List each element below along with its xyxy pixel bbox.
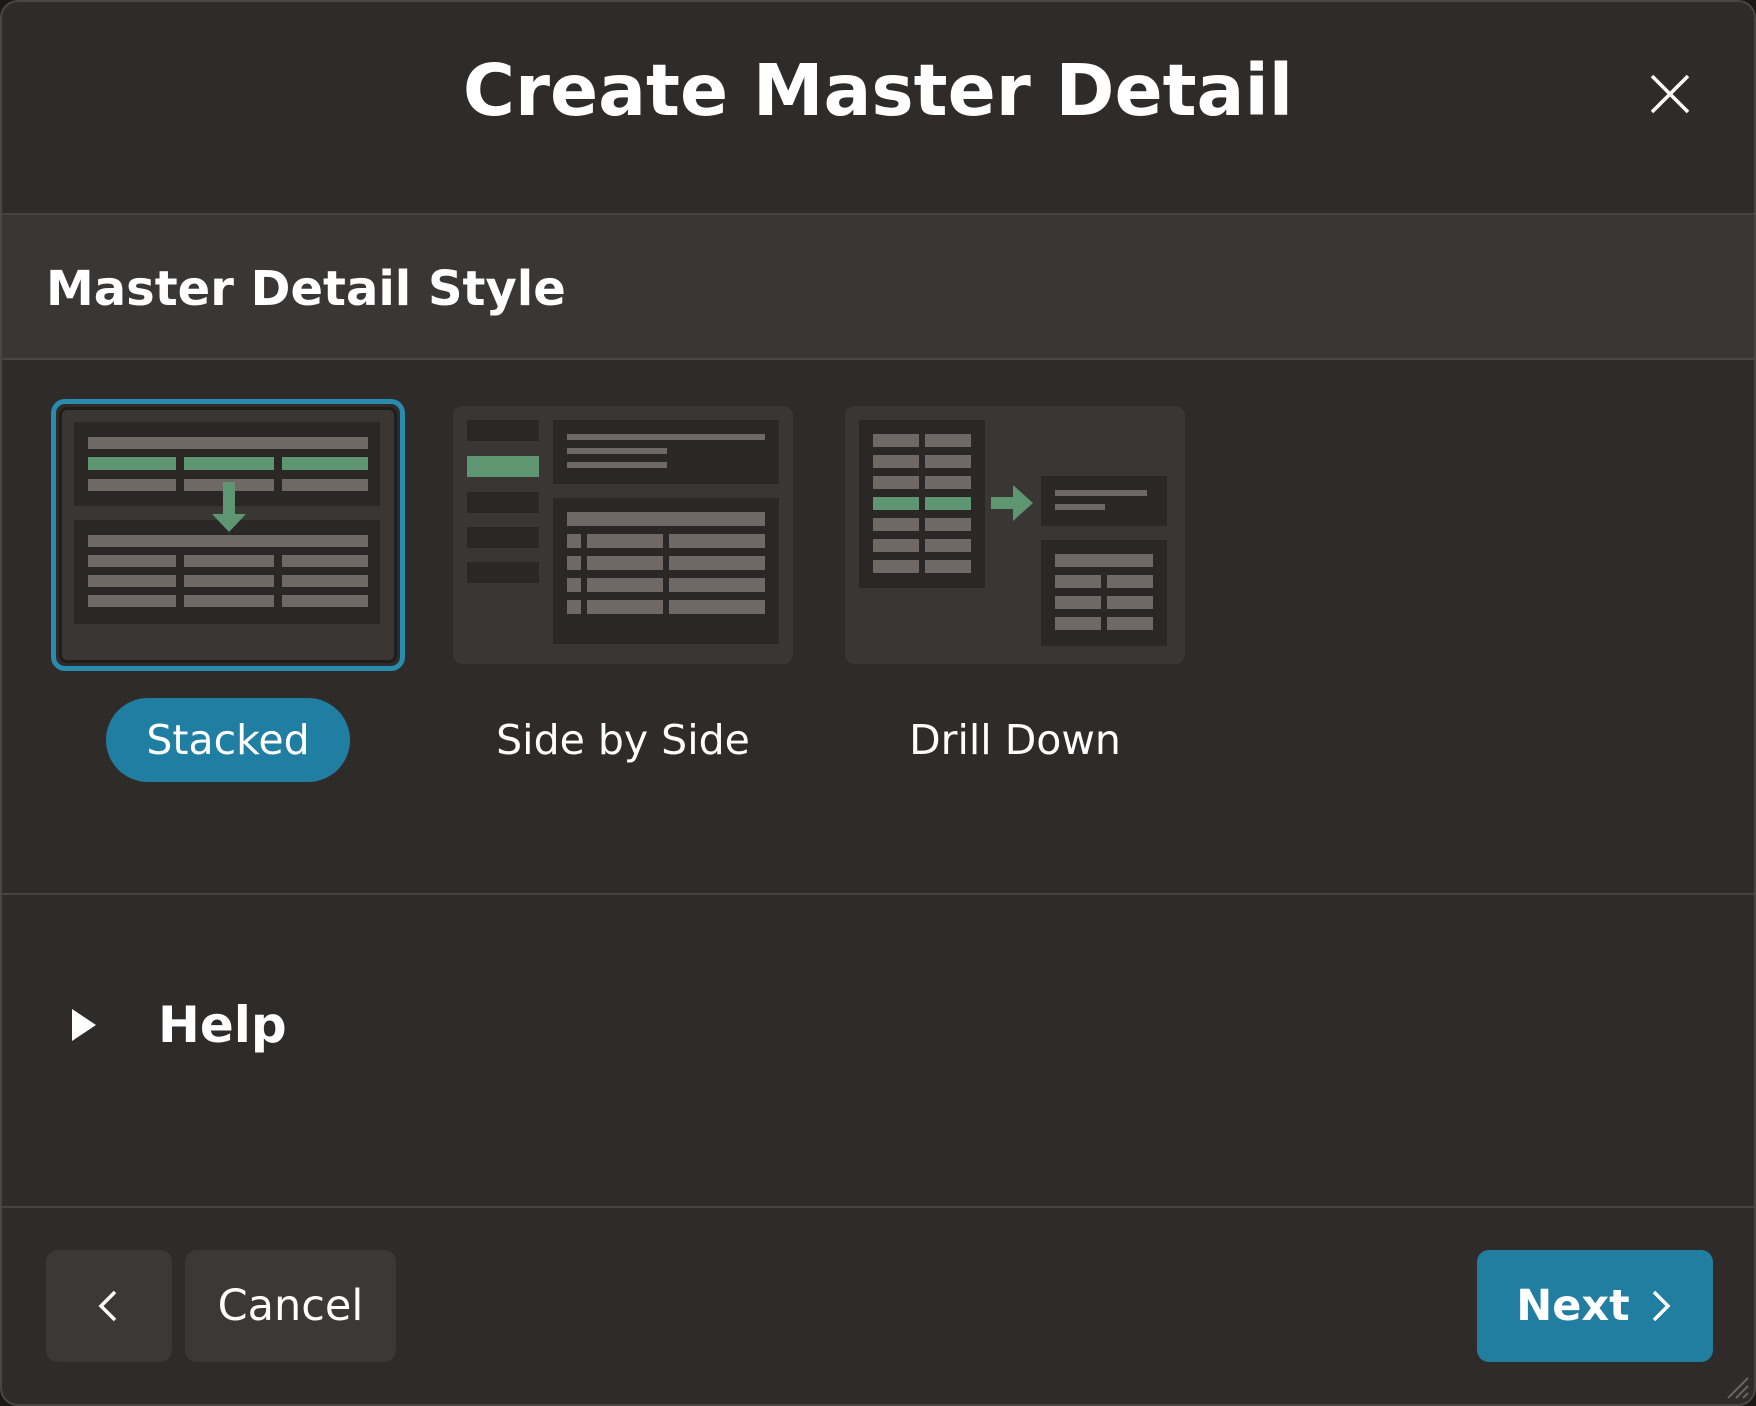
- style-option-drill-down[interactable]: Drill Down: [845, 406, 1185, 764]
- help-region: Help: [2, 895, 1754, 1208]
- style-option-side-by-side[interactable]: Side by Side: [453, 406, 793, 764]
- help-label: Help: [158, 996, 287, 1054]
- master-detail-style-options: Stacked Side by Side Drill Down: [2, 360, 1754, 895]
- style-option-label: Stacked: [58, 698, 398, 782]
- resize-grip-icon[interactable]: [1724, 1374, 1750, 1400]
- style-option-stacked[interactable]: Stacked: [51, 399, 405, 782]
- caret-right-icon: [72, 1009, 96, 1041]
- drill-down-thumbnail: [845, 406, 1185, 664]
- cancel-label: Cancel: [217, 1281, 364, 1331]
- back-button[interactable]: [46, 1250, 172, 1362]
- next-button[interactable]: Next: [1477, 1250, 1713, 1362]
- drill-down-layout-icon: [859, 420, 1167, 646]
- dialog-header: Create Master Detail: [2, 2, 1754, 215]
- stacked-layout-icon: [74, 422, 380, 624]
- dialog-footer: Cancel Next: [2, 1208, 1754, 1404]
- style-option-label: Drill Down: [909, 716, 1121, 764]
- side-by-side-layout-icon: [467, 420, 779, 644]
- style-option-label: Side by Side: [496, 716, 750, 764]
- chevron-left-icon: [98, 1290, 117, 1322]
- cancel-button[interactable]: Cancel: [185, 1250, 396, 1362]
- dialog-title: Create Master Detail: [462, 49, 1294, 132]
- side-by-side-thumbnail: [453, 406, 793, 664]
- close-icon: [1650, 74, 1690, 114]
- help-toggle[interactable]: Help: [62, 985, 287, 1065]
- close-button[interactable]: [1634, 58, 1706, 130]
- next-label: Next: [1516, 1281, 1630, 1331]
- region-title: Master Detail Style: [46, 261, 566, 317]
- create-master-detail-dialog: Create Master Detail Master Detail Style: [0, 0, 1756, 1406]
- stacked-thumbnail: [51, 399, 405, 671]
- region-header: Master Detail Style: [2, 215, 1754, 360]
- chevron-right-icon: [1652, 1290, 1671, 1322]
